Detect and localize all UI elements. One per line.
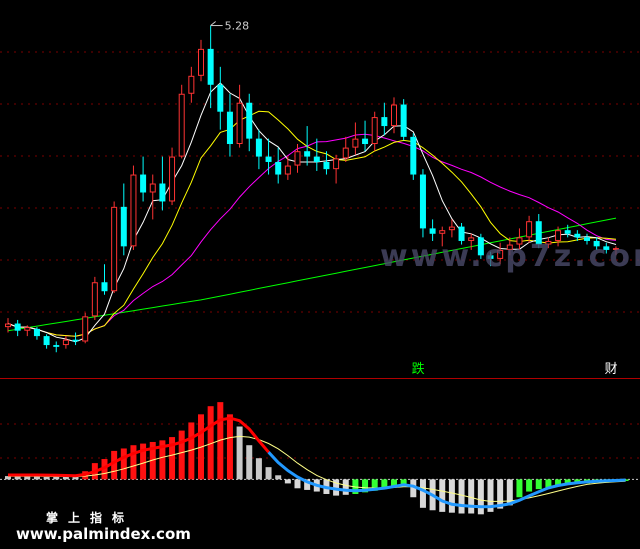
candle-up (130, 174, 137, 247)
histogram-bar-negative (477, 479, 484, 515)
ma20-line (7, 133, 617, 337)
candle-down (120, 206, 127, 247)
candle-up (352, 138, 359, 148)
ma5-line (7, 82, 617, 343)
histogram-bar-positive (265, 467, 272, 480)
candle-up (5, 323, 11, 328)
candle-up (448, 226, 455, 231)
candle-down (381, 117, 388, 127)
candle-down (207, 48, 214, 85)
candle-up (178, 93, 185, 157)
candle-down (313, 156, 320, 162)
candle-down (246, 102, 253, 139)
histogram-bar-negative (294, 479, 301, 489)
candle-up (111, 206, 118, 292)
candle-down (410, 136, 417, 175)
candle-down (400, 104, 407, 137)
stock-chart: 5.28 www.cp7z.com 跌 财 (0, 20, 640, 515)
histogram-bar-negative (448, 479, 455, 513)
candle-up (526, 221, 533, 238)
indicator-char-1: 掌 (46, 511, 69, 525)
histogram-bar-negative (516, 479, 523, 498)
histogram-bar-negative (468, 479, 475, 514)
candle-down (226, 111, 233, 145)
indicator-char-2: 上 (68, 511, 91, 525)
histogram-bar-positive (43, 476, 50, 480)
histogram-bar-positive (275, 475, 282, 480)
ma60-line (7, 217, 617, 332)
signal-marker: 财 (605, 362, 618, 377)
candle-up (391, 104, 397, 127)
ma10-line (7, 110, 617, 337)
peak-arrow (210, 21, 216, 26)
candle-down (419, 174, 426, 229)
candle-up (24, 327, 31, 331)
candle-up (91, 282, 98, 317)
candle-down (14, 323, 21, 331)
histogram-bar-positive (53, 476, 60, 480)
candle-down (72, 339, 79, 342)
histogram-bar-positive (226, 414, 233, 480)
candle-down (101, 282, 108, 292)
histogram-bar-negative (342, 479, 349, 495)
histogram-bar-positive (62, 476, 69, 480)
candle-up (333, 158, 340, 170)
peak-price-label: 5.28 (225, 20, 250, 33)
histogram-bar-negative (419, 479, 426, 508)
histogram-bar-negative (526, 479, 533, 492)
indicator-name: 掌上指标 (46, 509, 134, 526)
candle-up (284, 165, 291, 175)
candle-up (188, 75, 195, 94)
candle-down (43, 336, 50, 346)
candle-down (362, 138, 369, 145)
candle-up (62, 339, 69, 346)
candle-down (564, 230, 571, 234)
histogram-bar-positive (178, 430, 185, 480)
watermark: www.cp7z.com (380, 239, 640, 274)
candle-down (323, 161, 330, 170)
candle-down (33, 328, 40, 337)
candle-up (149, 183, 156, 193)
histogram-bar-positive (255, 458, 262, 480)
candle-up (371, 117, 378, 145)
candle-down (429, 228, 436, 234)
histogram-bar-negative (458, 479, 465, 514)
candle-down (275, 161, 282, 175)
candle-up (294, 151, 301, 166)
candle-up (236, 102, 243, 145)
histogram-bar-positive (246, 445, 253, 480)
indicator-char-4: 标 (112, 511, 135, 525)
histogram-bar-negative (535, 479, 542, 490)
chart-stage: 5.28 www.cp7z.com 跌 财 掌上指标 www.palmindex.co… (0, 0, 640, 549)
histogram-bar-positive (72, 476, 79, 480)
candle-up (439, 230, 446, 234)
histogram-bar-negative (439, 479, 446, 512)
candle-down (159, 183, 166, 202)
candle-down (217, 84, 224, 112)
candle-up (169, 156, 176, 202)
candle-down (265, 156, 272, 162)
indicator-char-3: 指 (90, 511, 113, 525)
candle-down (304, 151, 311, 157)
candle-down (574, 233, 581, 238)
histogram-bar-negative (284, 479, 291, 484)
histogram-bar-positive (120, 448, 127, 480)
signal-marker: 跌 (412, 361, 425, 377)
histogram-bar-positive (130, 445, 137, 480)
candle-up (82, 316, 89, 342)
candle-down (53, 345, 60, 347)
candle-down (140, 174, 147, 193)
candle-up (198, 48, 204, 76)
candle-down (255, 138, 262, 157)
histogram-bar-positive (236, 426, 243, 480)
footer-site: www.palmindex.com (16, 525, 191, 543)
candle-up (342, 147, 349, 159)
